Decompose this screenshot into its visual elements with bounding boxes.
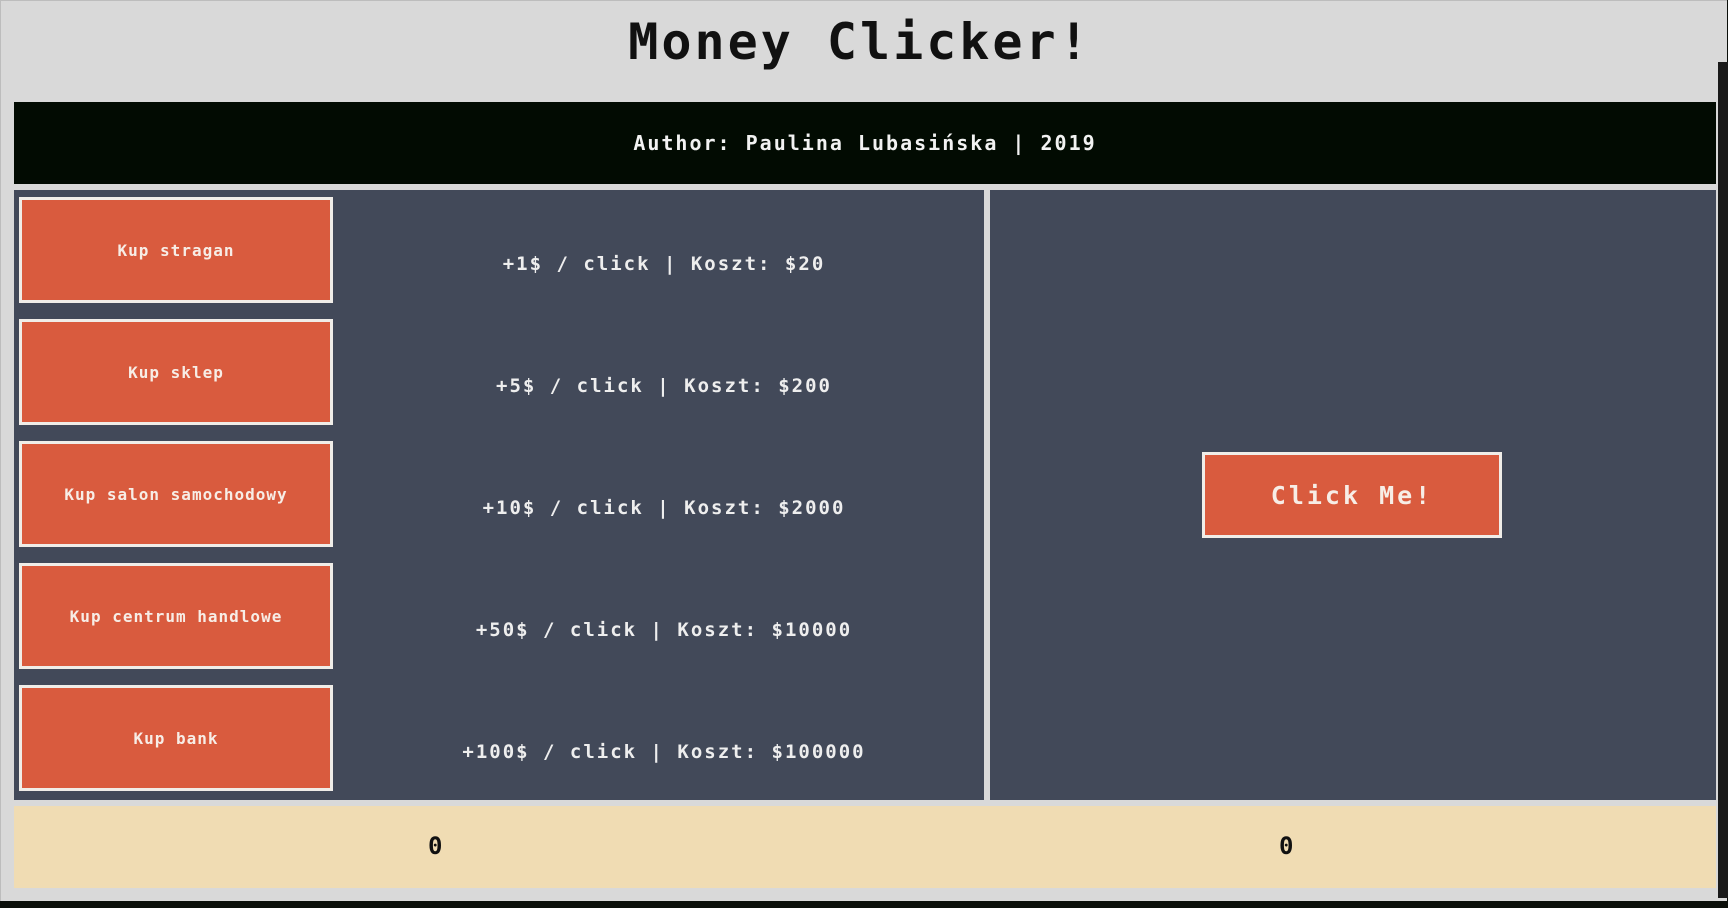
clicker-panel: Click Me!	[990, 190, 1716, 800]
buy-bank-button[interactable]: Kup bank	[19, 685, 333, 791]
sklep-info: +5$ / click | Koszt: $200	[496, 375, 832, 397]
centrum-info: +50$ / click | Koszt: $10000	[475, 619, 853, 641]
buy-stragan-button[interactable]: Kup stragan	[19, 197, 333, 303]
per-click-counter: 0	[1279, 832, 1294, 860]
buy-sklep-button[interactable]: Kup sklep	[19, 319, 333, 425]
money-counter: 0	[428, 832, 443, 860]
counter-bar: 0 0	[14, 806, 1716, 888]
author-bar: Author: Paulina Lubasińska | 2019	[14, 102, 1716, 184]
click-me-button[interactable]: Click Me!	[1202, 452, 1502, 538]
app-frame: Money Clicker! Author: Paulina Lubasińsk…	[0, 0, 1727, 901]
bank-info: +100$ / click | Koszt: $100000	[462, 741, 866, 763]
shop-panel: Kup stragan +1$ / click | Koszt: $20 Kup…	[14, 190, 984, 800]
salon-info: +10$ / click | Koszt: $2000	[482, 497, 846, 519]
page-title: Money Clicker!	[628, 13, 1092, 71]
buy-salon-button[interactable]: Kup salon samochodowy	[19, 441, 333, 547]
stragan-info: +1$ / click | Koszt: $20	[502, 253, 826, 275]
author-text: Author: Paulina Lubasińska | 2019	[633, 131, 1097, 155]
buy-centrum-button[interactable]: Kup centrum handlowe	[19, 563, 333, 669]
window-edge	[1718, 62, 1728, 898]
